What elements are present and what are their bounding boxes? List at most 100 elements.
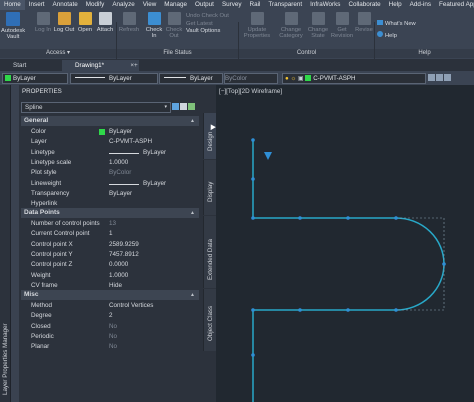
- layer-tool-icon[interactable]: [436, 74, 443, 81]
- property-value: Control Vertices: [109, 302, 154, 309]
- category-general[interactable]: General ▲: [21, 116, 199, 126]
- property-row[interactable]: Lineweight ByLayer: [21, 179, 199, 189]
- collapse-icon[interactable]: ▲: [190, 116, 195, 126]
- log-out-button[interactable]: Log Out: [53, 12, 75, 33]
- property-value: 2589.9259: [109, 240, 139, 248]
- layer-tools: [428, 74, 468, 83]
- revise-button[interactable]: Revise: [354, 12, 374, 33]
- selection-dropdown[interactable]: Spline ▾: [21, 102, 171, 113]
- menu-tab-survey[interactable]: Survey: [218, 0, 246, 10]
- property-row[interactable]: Layer C-PVMT-ASPH: [21, 137, 199, 147]
- property-name: Planar: [31, 343, 50, 351]
- tab-extended-data[interactable]: Extended Data: [203, 216, 217, 288]
- collapse-icon[interactable]: ▲: [190, 290, 195, 300]
- property-row[interactable]: Periodic No: [21, 332, 199, 342]
- plot-style-dropdown[interactable]: ByColor: [224, 73, 278, 84]
- help-button[interactable]: Help: [377, 31, 397, 39]
- palette-grip[interactable]: [11, 85, 19, 402]
- tab-display[interactable]: Display: [203, 160, 217, 215]
- tab-design[interactable]: Design: [203, 113, 217, 159]
- tab-object-class[interactable]: Object Class: [203, 289, 217, 351]
- menu-bar: Home Insert Annotate Modify Analyze View Manag…: [0, 0, 474, 10]
- menu-tab-help[interactable]: Help: [385, 0, 406, 10]
- spline-geometry[interactable]: [252, 140, 445, 402]
- menu-tab-featured-app[interactable]: Featured App: [435, 0, 474, 10]
- menu-tab-analyze[interactable]: Analyze: [108, 0, 138, 10]
- menu-tab-home[interactable]: Home: [0, 0, 25, 10]
- property-row[interactable]: Control point Y 7457.8912: [21, 250, 199, 260]
- linetype-dropdown[interactable]: ByLayer: [70, 73, 158, 84]
- layer-tool-icon[interactable]: [428, 74, 435, 81]
- update-properties-button[interactable]: Update Properties: [242, 12, 272, 39]
- palette-title: PROPERTIES: [22, 88, 62, 95]
- menu-tab-infraworks[interactable]: InfraWorks: [306, 0, 344, 10]
- menu-tab-collaborate[interactable]: Collaborate: [344, 0, 384, 10]
- menu-tab-rail[interactable]: Rail: [246, 0, 265, 10]
- undo-check-out-button[interactable]: Undo Check Out: [186, 13, 229, 19]
- property-row[interactable]: Transparency ByLayer: [21, 189, 199, 199]
- property-row[interactable]: Control point Z 0.0000: [21, 260, 199, 270]
- collapse-icon[interactable]: ▲: [190, 208, 195, 218]
- drawing-canvas[interactable]: [−][Top][2D Wireframe]: [216, 85, 474, 402]
- menu-tab-modify[interactable]: Modify: [82, 0, 109, 10]
- layer-tool-icon[interactable]: [444, 74, 451, 81]
- menu-tab-output[interactable]: Output: [191, 0, 218, 10]
- property-row[interactable]: Plot style ByColor: [21, 168, 199, 178]
- menu-tab-add-ins[interactable]: Add-ins: [406, 0, 435, 10]
- property-row[interactable]: Control point X 2589.9259: [21, 240, 199, 250]
- property-row[interactable]: Linetype scale 1.0000: [21, 158, 199, 168]
- new-tab-button[interactable]: +: [128, 60, 138, 71]
- check-out-button[interactable]: Check Out: [165, 12, 183, 39]
- property-row[interactable]: Linetype ByLayer: [21, 148, 199, 158]
- color-dropdown[interactable]: ByLayer: [2, 73, 68, 84]
- change-state-button[interactable]: Change State: [306, 12, 330, 39]
- refresh-button[interactable]: Refresh: [118, 12, 140, 33]
- property-row[interactable]: Closed No: [21, 322, 199, 332]
- toggle-pickadd-icon[interactable]: [172, 103, 179, 110]
- property-name: Weight: [31, 271, 51, 279]
- property-value: ByColor: [109, 169, 132, 177]
- category-data-points[interactable]: Data Points ▲: [21, 208, 199, 218]
- panel-access[interactable]: Access ▾: [0, 49, 116, 58]
- grip-arrow-icon[interactable]: [264, 152, 272, 160]
- attach-button[interactable]: Attach: [95, 12, 115, 33]
- menu-tab-annotate[interactable]: Annotate: [49, 0, 82, 10]
- menu-tab-insert[interactable]: Insert: [25, 0, 49, 10]
- layer-dropdown[interactable]: ● ☼ ▣ C-PVMT-ASPH: [282, 73, 426, 84]
- tab-design-label: Design: [207, 131, 214, 151]
- change-category-button[interactable]: Change Category: [276, 12, 306, 39]
- category-label: Misc: [24, 291, 39, 298]
- property-row[interactable]: Planar No: [21, 342, 199, 352]
- property-row[interactable]: Weight 1.0000: [21, 271, 199, 281]
- log-in-button[interactable]: Log In: [33, 12, 53, 33]
- control-points[interactable]: [251, 138, 446, 357]
- property-row[interactable]: Method Control Vertices: [21, 301, 199, 311]
- menu-tab-view[interactable]: View: [139, 0, 161, 10]
- document-tabs: Start Drawing1* × +: [0, 59, 474, 71]
- category-misc[interactable]: Misc ▲: [21, 290, 199, 300]
- property-row[interactable]: Current Control point 1: [21, 229, 199, 239]
- property-row[interactable]: Number of control points 13: [21, 219, 199, 229]
- menu-tab-transparent[interactable]: Transparent: [264, 0, 306, 10]
- quick-select-icon[interactable]: [188, 103, 195, 110]
- get-revision-icon: [335, 12, 349, 25]
- get-revision-button[interactable]: Get Revision: [330, 12, 354, 39]
- property-name: Closed: [31, 322, 51, 330]
- select-objects-icon[interactable]: [180, 103, 187, 110]
- open-button[interactable]: Open: [76, 12, 94, 33]
- property-name: Plot style: [31, 169, 57, 177]
- lineweight-dropdown[interactable]: ByLayer: [159, 73, 223, 84]
- vault-options-button[interactable]: Vault Options: [186, 28, 220, 34]
- check-in-button[interactable]: Check In: [145, 12, 163, 39]
- chevron-down-icon: ▾: [164, 104, 167, 110]
- property-value: ByLayer: [143, 148, 167, 156]
- whats-new-button[interactable]: What's New: [377, 20, 416, 27]
- layer-properties-strip[interactable]: Layer Properties Manager: [0, 85, 10, 402]
- property-row[interactable]: Color ByLayer: [21, 127, 199, 137]
- autodesk-vault-button[interactable]: Autodesk Vault: [1, 12, 25, 40]
- check-in-label: Check In: [145, 27, 163, 39]
- menu-tab-manage[interactable]: Manage: [160, 0, 191, 10]
- tab-drawing1-label: Drawing1*: [75, 62, 105, 69]
- property-row[interactable]: Degree 2: [21, 311, 199, 321]
- get-latest-button[interactable]: Get Latest: [186, 21, 213, 27]
